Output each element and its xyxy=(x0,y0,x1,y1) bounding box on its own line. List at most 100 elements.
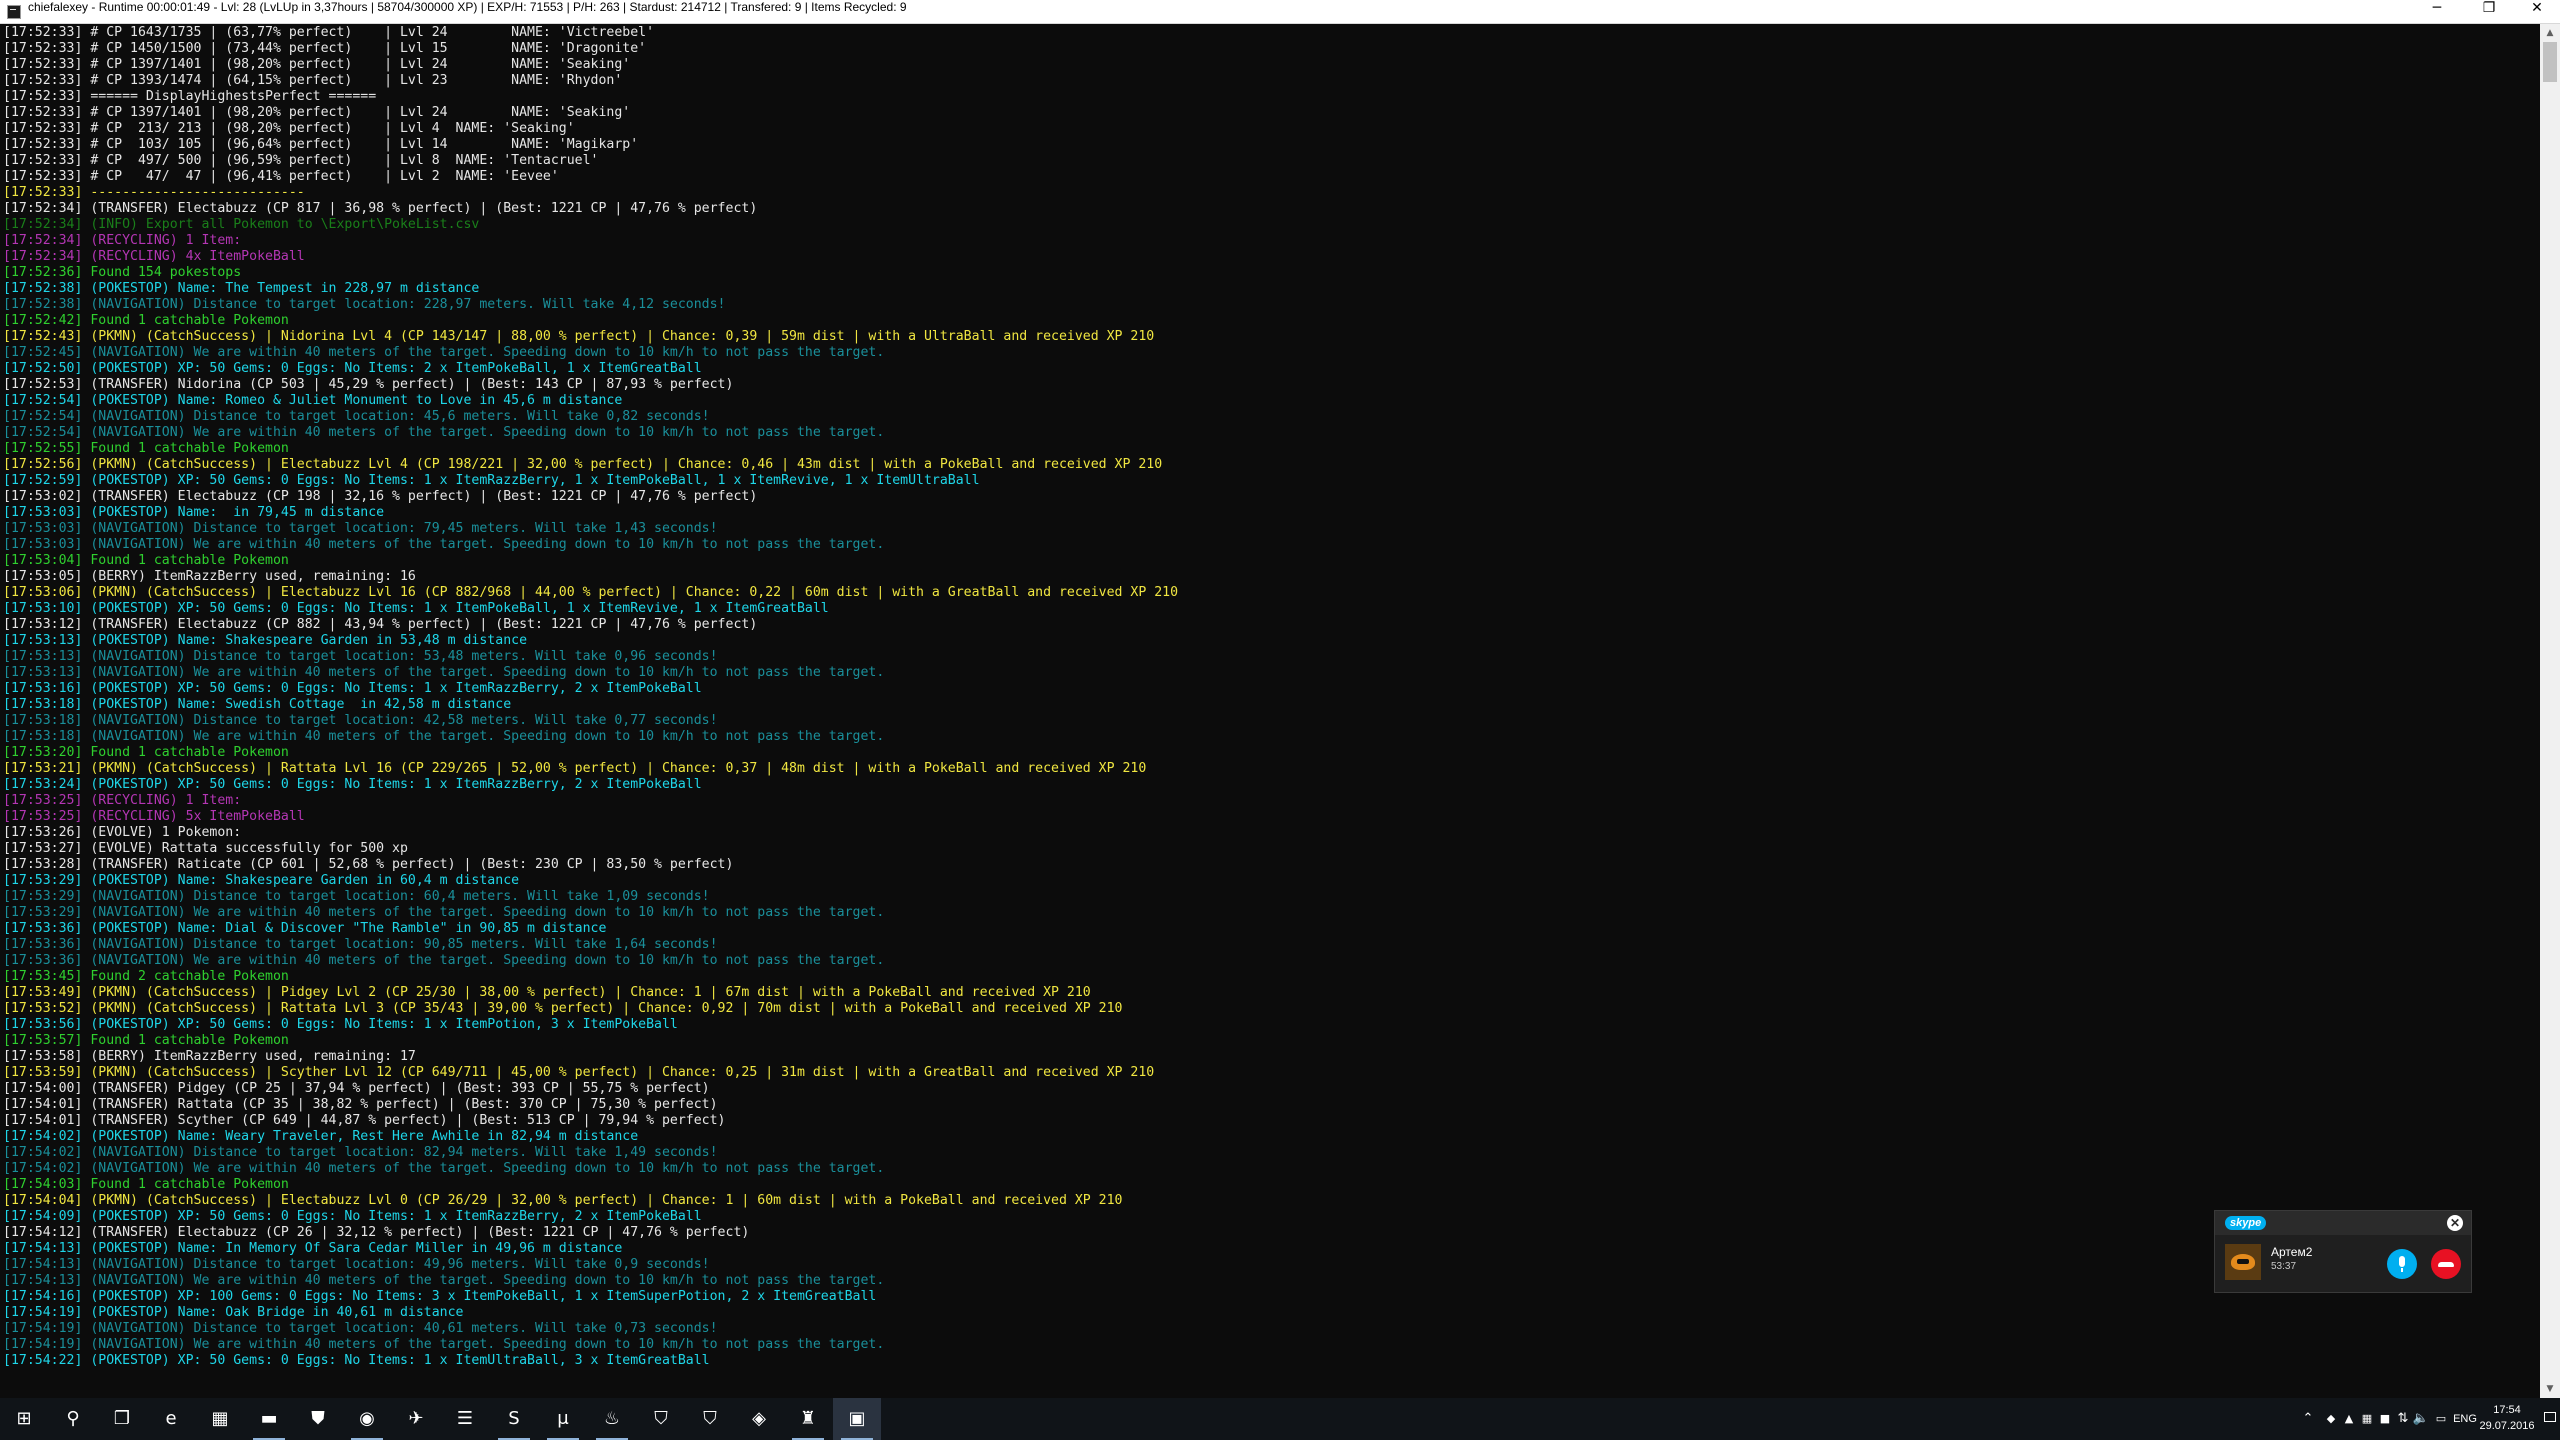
console-line: [17:54:13] (NAVIGATION) We are within 40… xyxy=(3,1273,885,1288)
tray-keyboard-icon[interactable]: ▭ xyxy=(2432,1398,2450,1440)
console-line: [17:52:34] (INFO) Export all Pokemon to … xyxy=(3,217,480,232)
console-line: [17:53:18] (NAVIGATION) We are within 40… xyxy=(3,729,885,744)
start-button[interactable]: ⊞ xyxy=(0,1398,48,1440)
scroll-down-arrow-icon[interactable]: ▼ xyxy=(2540,1380,2560,1398)
console-line: [17:53:03] (POKESTOP) Name: in 79,45 m d… xyxy=(3,505,385,520)
clock-date: 29.07.2016 xyxy=(2479,1420,2535,1432)
tray-chevron-icon[interactable]: ⌃ xyxy=(2298,1398,2318,1440)
scrollbar-thumb[interactable] xyxy=(2543,42,2557,82)
windows-logo-icon: ⊞ xyxy=(16,1408,32,1429)
edge-button[interactable]: e xyxy=(147,1398,195,1440)
console-line: [17:54:19] (NAVIGATION) We are within 40… xyxy=(3,1337,885,1352)
utorrent-button[interactable]: μ xyxy=(539,1398,587,1440)
console-line: [17:53:03] (NAVIGATION) We are within 40… xyxy=(3,537,885,552)
console-line: [17:53:25] (RECYCLING) 5x ItemPokeBall xyxy=(3,809,305,824)
console-line: [17:53:24] (POKESTOP) XP: 50 Gems: 0 Egg… xyxy=(3,777,702,792)
window-title: chiefalexey - Runtime 00:00:01:49 - Lvl:… xyxy=(28,0,907,14)
console-scrollbar[interactable]: ▲ ▼ xyxy=(2540,24,2560,1398)
edge-icon: e xyxy=(165,1408,177,1429)
maximize-button[interactable]: ❐ xyxy=(2466,0,2512,24)
app-list-button[interactable]: ☰ xyxy=(441,1398,489,1440)
notifications-icon[interactable] xyxy=(2540,1398,2560,1440)
console-line: [17:52:33] # CP 1397/1401 | (98,20% perf… xyxy=(3,105,631,120)
minimize-button[interactable]: ─ xyxy=(2414,0,2460,24)
console-line: [17:53:29] (NAVIGATION) We are within 40… xyxy=(3,905,885,920)
console-line: [17:52:54] (NAVIGATION) Distance to targ… xyxy=(3,409,710,424)
console-line: [17:52:33] --------------------------- xyxy=(3,185,305,200)
console-line: [17:54:19] (NAVIGATION) Distance to targ… xyxy=(3,1321,718,1336)
console-line: [17:53:29] (NAVIGATION) Distance to targ… xyxy=(3,889,710,904)
task-view-icon: ❐ xyxy=(113,1408,131,1429)
console-line: [17:52:53] (TRANSFER) Nidorina (CP 503 |… xyxy=(3,377,734,392)
console-button[interactable]: ▣ xyxy=(833,1398,881,1440)
console-line: [17:53:36] (NAVIGATION) Distance to targ… xyxy=(3,937,718,952)
console-line: [17:52:33] # CP 1450/1500 | (73,44% perf… xyxy=(3,41,647,56)
console-line: [17:52:50] (POKESTOP) XP: 50 Gems: 0 Egg… xyxy=(3,361,702,376)
skype-close-icon[interactable]: ✕ xyxy=(2447,1215,2463,1231)
tray-app4-icon[interactable]: ■ xyxy=(2376,1398,2394,1440)
language-indicator[interactable]: ENG xyxy=(2450,1398,2480,1440)
console-line: [17:53:05] (BERRY) ItemRazzBerry used, r… xyxy=(3,569,416,584)
console-line: [17:53:25] (RECYCLING) 1 Item: xyxy=(3,793,242,808)
network-icon[interactable]: ⇅ xyxy=(2394,1398,2412,1440)
console-line: [17:54:12] (TRANSFER) Electabuzz (CP 26 … xyxy=(3,1225,750,1240)
scroll-up-arrow-icon[interactable]: ▲ xyxy=(2540,24,2560,42)
explorer-button[interactable]: ▬ xyxy=(245,1398,293,1440)
console-line: [17:53:21] (PKMN) (CatchSuccess) | Ratta… xyxy=(3,761,1147,776)
console-output[interactable]: [17:52:33] # CP 1643/1735 | (63,77% perf… xyxy=(0,24,2540,1398)
caller-name: Артем2 xyxy=(2271,1245,2313,1259)
console-line: [17:53:10] (POKESTOP) XP: 50 Gems: 0 Egg… xyxy=(3,601,829,616)
calculator-button[interactable]: ▦ xyxy=(196,1398,244,1440)
window-title-bar[interactable]: chiefalexey - Runtime 00:00:01:49 - Lvl:… xyxy=(0,0,2560,24)
skype-button[interactable]: S xyxy=(490,1398,538,1440)
console-line: [17:52:33] # CP 47/ 47 | (96,41% perfect… xyxy=(3,169,559,184)
volume-icon[interactable]: 🔈 xyxy=(2412,1398,2430,1440)
app-bird-button[interactable]: ✈ xyxy=(392,1398,440,1440)
skype-call-widget[interactable]: skype ✕ Артем2 53:37 xyxy=(2214,1210,2472,1293)
taskbar-clock[interactable]: 17:54 29.07.2016 xyxy=(2478,1402,2536,1434)
tray-app2-icon[interactable]: ▲ xyxy=(2340,1398,2358,1440)
shield-app-icon: ⛉ xyxy=(654,1408,668,1429)
console-line: [17:53:57] Found 1 catchable Pokemon xyxy=(3,1033,289,1048)
app-tank-button[interactable]: ♜ xyxy=(784,1398,832,1440)
console-line: [17:52:36] Found 154 pokestops xyxy=(3,265,242,280)
search-icon: ⚲ xyxy=(66,1408,80,1429)
shield-app-icon: ⛉ xyxy=(703,1408,717,1429)
console-line: [17:53:18] (NAVIGATION) Distance to targ… xyxy=(3,713,718,728)
app-game-button[interactable]: ◈ xyxy=(735,1398,783,1440)
console-line: [17:52:54] (NAVIGATION) We are within 40… xyxy=(3,425,885,440)
folder-icon: ▬ xyxy=(260,1408,278,1429)
app-shield2-button[interactable]: ⛉ xyxy=(686,1398,734,1440)
microphone-icon[interactable] xyxy=(2387,1249,2417,1279)
chrome-button[interactable]: ◉ xyxy=(343,1398,391,1440)
utorrent-icon: μ xyxy=(557,1408,569,1429)
console-line: [17:52:42] Found 1 catchable Pokemon xyxy=(3,313,289,328)
hang-up-icon[interactable] xyxy=(2431,1249,2461,1279)
console-line: [17:53:16] (POKESTOP) XP: 50 Gems: 0 Egg… xyxy=(3,681,702,696)
console-line: [17:53:59] (PKMN) (CatchSuccess) | Scyth… xyxy=(3,1065,1155,1080)
store-button[interactable]: ⛊ xyxy=(294,1398,342,1440)
tank-app-icon: ♜ xyxy=(799,1408,817,1429)
console-line: [17:53:03] (NAVIGATION) Distance to targ… xyxy=(3,521,718,536)
console-line: [17:54:09] (POKESTOP) XP: 50 Gems: 0 Egg… xyxy=(3,1209,702,1224)
console-line: [17:52:45] (NAVIGATION) We are within 40… xyxy=(3,345,885,360)
console-line: [17:53:13] (NAVIGATION) We are within 40… xyxy=(3,665,885,680)
skype-logo: skype xyxy=(2225,1216,2267,1230)
list-app-icon: ☰ xyxy=(456,1408,474,1429)
console-line: [17:52:34] (RECYCLING) 4x ItemPokeBall xyxy=(3,249,305,264)
windows-taskbar: ⌃ ◆ ▲ ▦ ■ ⇅ 🔈 ▭ ENG 17:54 29.07.2016 ⊞ ⚲ ❐… xyxy=(0,1398,2560,1440)
console-line: [17:54:02] (NAVIGATION) Distance to targ… xyxy=(3,1145,718,1160)
steam-button[interactable]: ♨ xyxy=(588,1398,636,1440)
task-view-button[interactable]: ❐ xyxy=(98,1398,146,1440)
call-duration: 53:37 xyxy=(2271,1261,2297,1272)
console-line: [17:54:01] (TRANSFER) Scyther (CP 649 | … xyxy=(3,1113,726,1128)
console-line: [17:53:02] (TRANSFER) Electabuzz (CP 198… xyxy=(3,489,758,504)
console-line: [17:53:18] (POKESTOP) Name: Swedish Cott… xyxy=(3,697,512,712)
close-button[interactable]: ✕ xyxy=(2514,0,2560,24)
skype-call-panel: Артем2 53:37 xyxy=(2215,1235,2471,1292)
search-button[interactable]: ⚲ xyxy=(49,1398,97,1440)
console-line: [17:54:02] (NAVIGATION) We are within 40… xyxy=(3,1161,885,1176)
app-shield-button[interactable]: ⛉ xyxy=(637,1398,685,1440)
tray-app1-icon[interactable]: ◆ xyxy=(2322,1398,2340,1440)
tray-app3-icon[interactable]: ▦ xyxy=(2358,1398,2376,1440)
